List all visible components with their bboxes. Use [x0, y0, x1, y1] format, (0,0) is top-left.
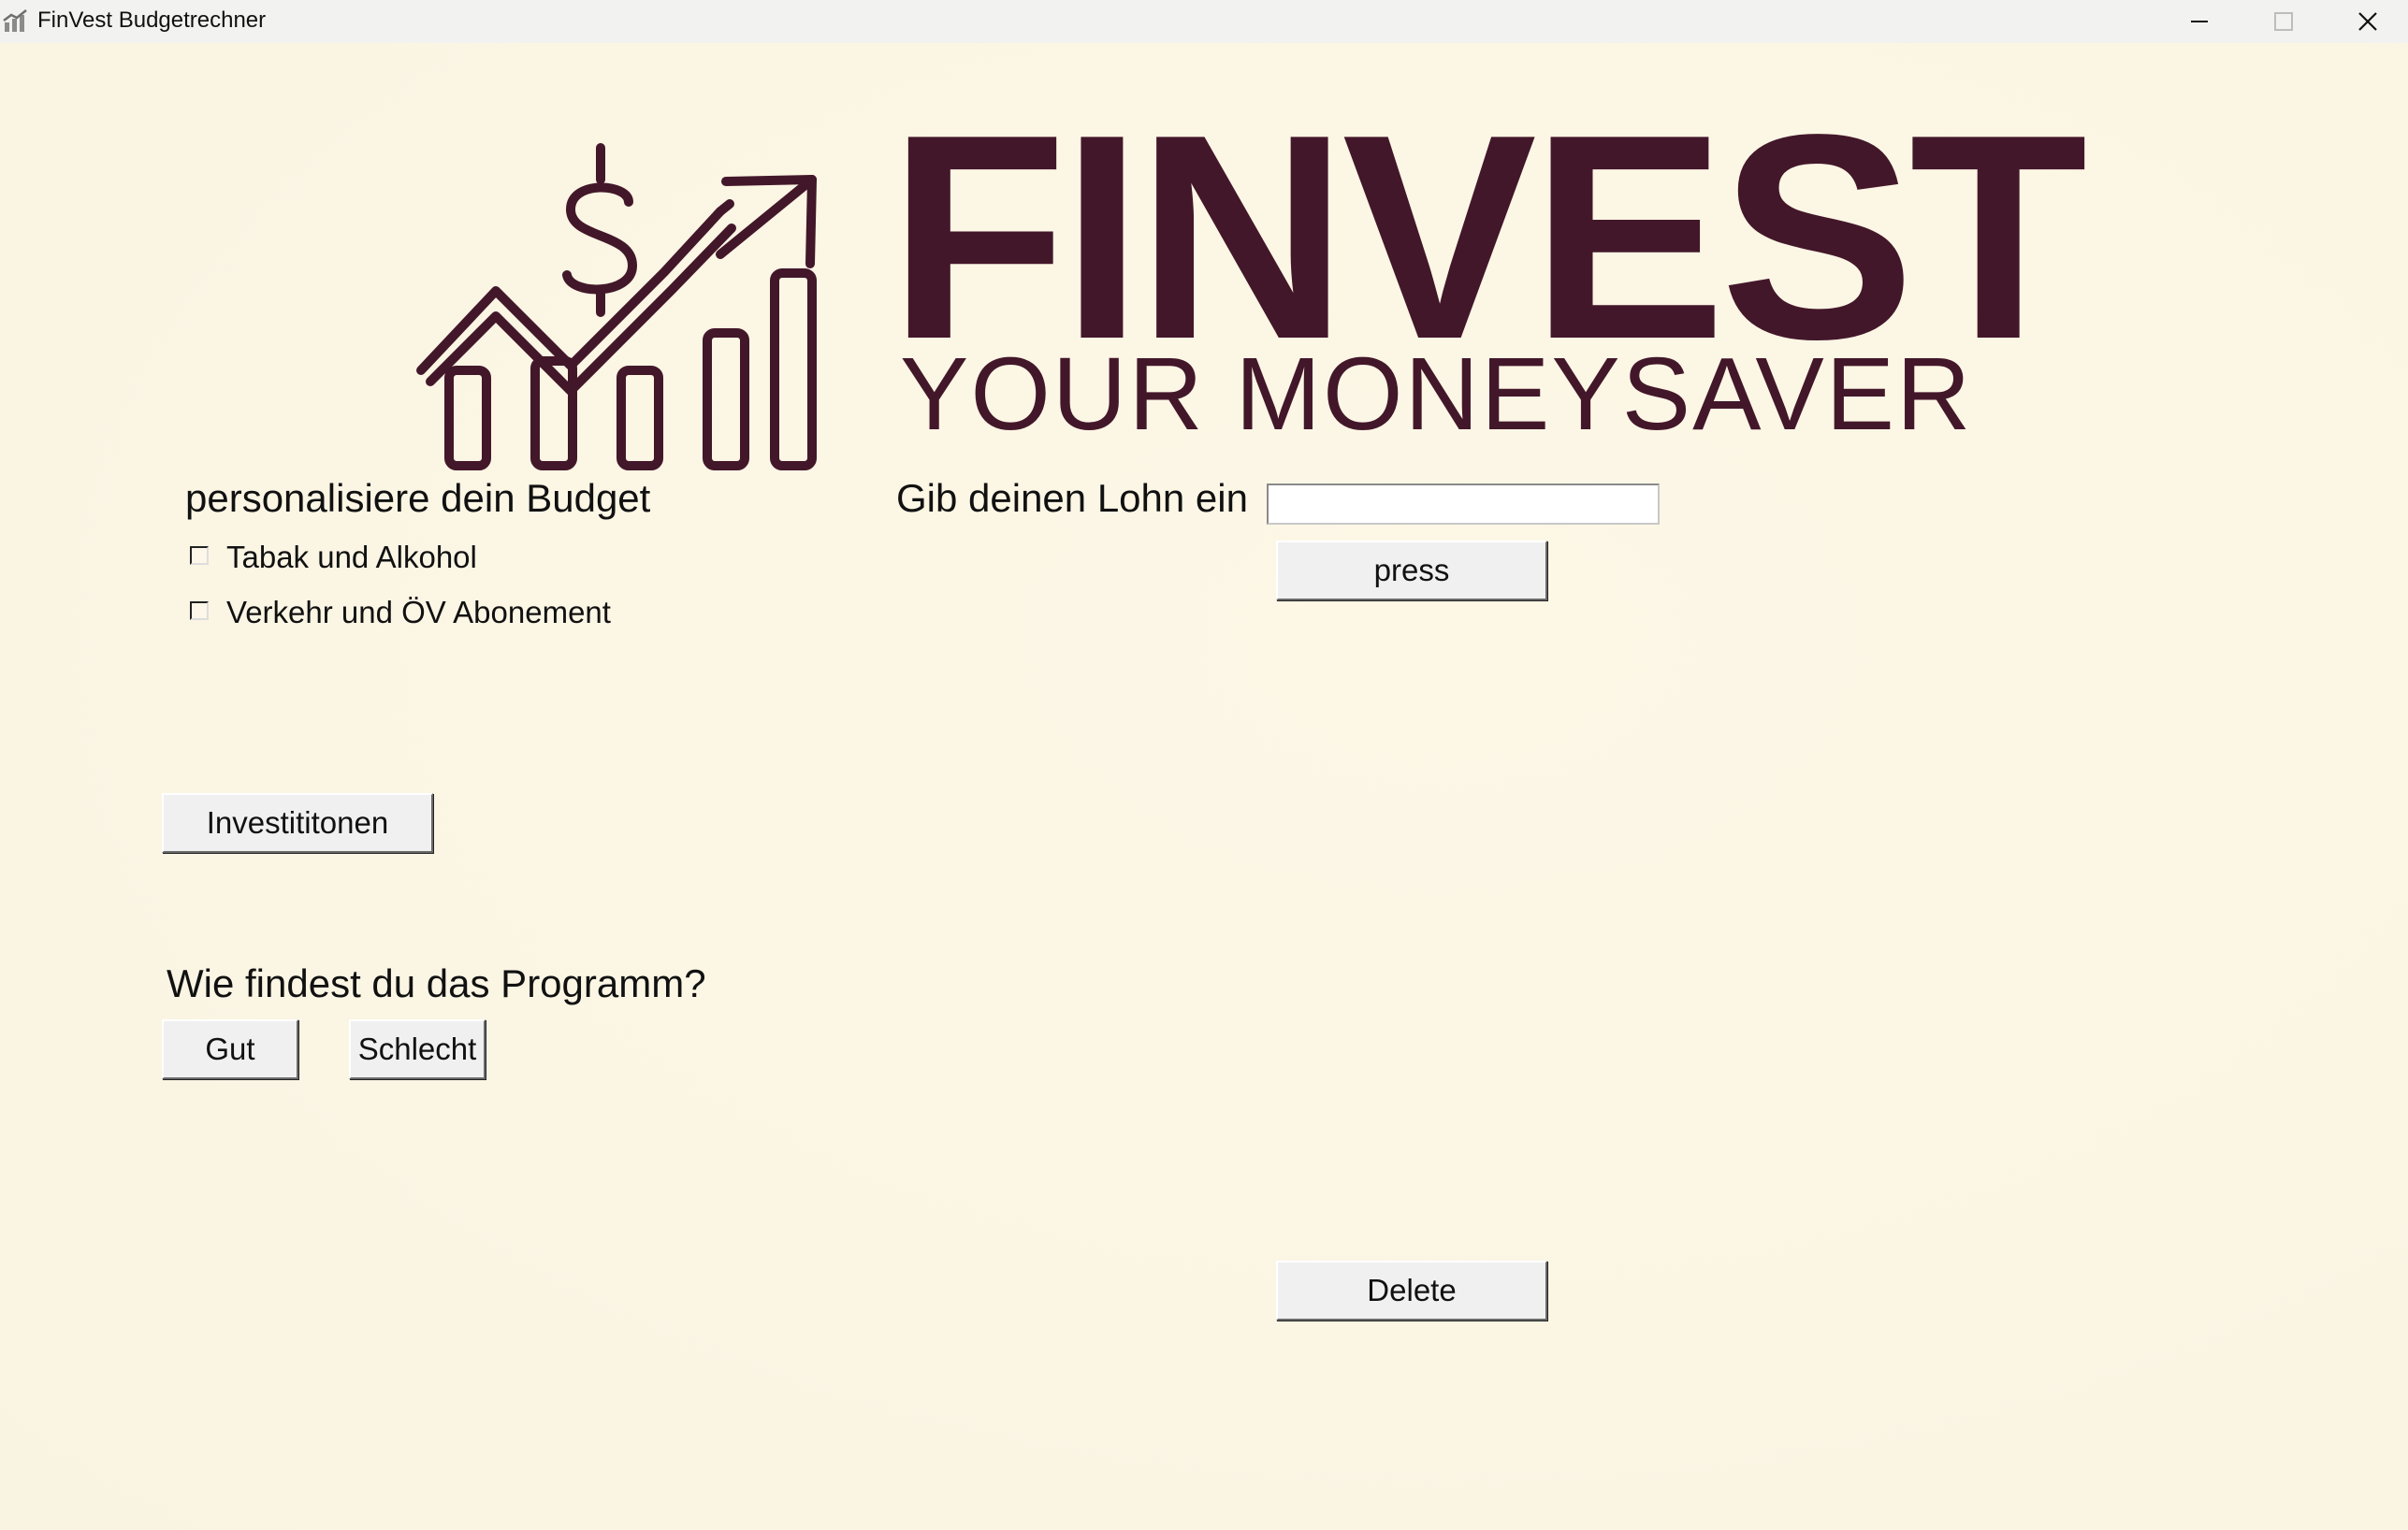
salary-label: Gib deinen Lohn ein [896, 476, 1248, 520]
money-growth-chart-icon [416, 143, 817, 470]
minimize-button[interactable] [2157, 0, 2241, 43]
app-window: FinVest Budgetrechner FINVEST YOUR MONEY… [0, 0, 2408, 1530]
brand-subtitle: YOUR MONEYSAVER [900, 337, 1973, 452]
title-bar[interactable]: FinVest Budgetrechner [0, 0, 2408, 43]
salary-input[interactable] [1267, 484, 1660, 525]
close-icon [2358, 12, 2377, 31]
verkehr-label: Verkehr und ÖV Abonement [226, 595, 611, 629]
verkehr-checkbox[interactable] [190, 601, 209, 620]
budget-heading: personalisiere dein Budget [185, 476, 651, 520]
bad-button[interactable]: Schlecht [349, 1019, 486, 1079]
feedback-question: Wie findest du das Programm? [167, 961, 706, 1005]
good-button[interactable]: Gut [162, 1019, 298, 1079]
delete-button[interactable]: Delete [1276, 1261, 1547, 1321]
app-icon [3, 9, 27, 32]
brand-title: FINVEST [889, 75, 2087, 400]
maximize-icon [2274, 12, 2293, 31]
main-content: FINVEST YOUR MONEYSAVER personalisiere d… [0, 43, 2408, 1530]
maximize-button[interactable] [2241, 0, 2326, 43]
tabak-checkbox[interactable] [190, 546, 209, 565]
window-title: FinVest Budgetrechner [37, 7, 267, 33]
tabak-label: Tabak und Alkohol [226, 540, 477, 574]
minimize-icon [2191, 21, 2208, 22]
close-button[interactable] [2326, 0, 2408, 43]
press-button[interactable]: press [1276, 541, 1547, 600]
investments-button[interactable]: Investititonen [162, 793, 433, 853]
